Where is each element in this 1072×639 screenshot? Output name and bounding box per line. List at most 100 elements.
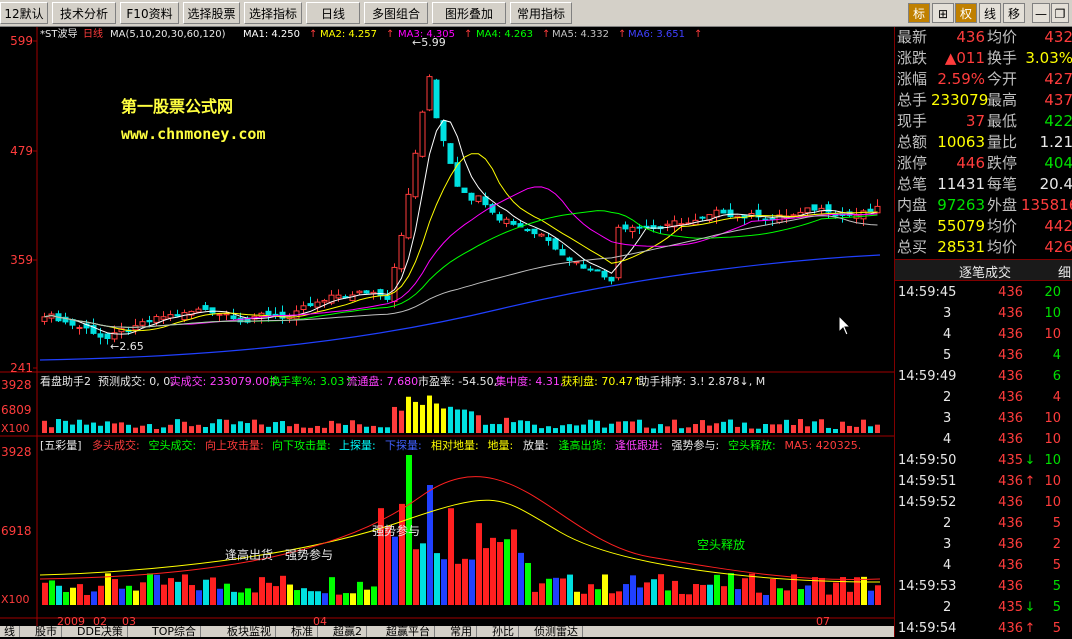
- toolbar-right-button-3[interactable]: 权: [955, 3, 977, 23]
- quote-row: 涨跌 ▲011 换手 3.03%: [895, 48, 1072, 69]
- vol-panel-title: 看盘助手2: [40, 374, 91, 388]
- quote-label: 今开: [987, 70, 1018, 88]
- toolbar-select-indicator-button[interactable]: 选择指标: [244, 2, 302, 24]
- toolbar-right-button-5[interactable]: 移: [1003, 3, 1025, 23]
- tick-row: 4 436 5: [895, 555, 1072, 576]
- ma-arrow-2: ↑: [386, 29, 394, 40]
- tick-time: 14:59:45: [898, 285, 957, 300]
- toolbar-f10-button[interactable]: F10资料: [120, 2, 179, 24]
- five-field-13: 空头释放:: [728, 438, 776, 452]
- tick-price: 436: [998, 327, 1023, 342]
- ticks-header[interactable]: 逐笔成交 细: [895, 259, 1072, 281]
- tick-volume: 10: [1044, 432, 1061, 447]
- price-axis-label: 599: [10, 34, 33, 48]
- bottom-tab[interactable]: 股市: [31, 626, 62, 637]
- mouse-cursor-icon: [838, 314, 852, 336]
- restore-icon[interactable]: ❐: [1051, 3, 1069, 23]
- bottom-tab[interactable]: 孙比: [488, 626, 519, 637]
- ma-arrow-4: ↑: [542, 29, 550, 40]
- quote-value: 135816: [1021, 196, 1072, 214]
- quote-panel: 逐笔成交 细 最新 436 均价 432 涨跌 ▲011 换手 3.03% 涨幅 2…: [894, 27, 1072, 637]
- tick-price: 436: [998, 516, 1023, 531]
- bottom-tab[interactable]: DDE决策: [73, 626, 128, 637]
- vol-field-6: 集中度: 4.31,: [495, 374, 563, 388]
- vol-field-3: 换手率%: 3.03↑,: [269, 374, 357, 388]
- tick-time: 14:59:54: [898, 621, 957, 636]
- tick-volume: 10: [1044, 474, 1061, 489]
- bottom-tab[interactable]: 板块监视: [223, 626, 276, 637]
- tick-price: 436: [998, 285, 1023, 300]
- quote-value: 427: [1044, 70, 1072, 88]
- tick-row: 14:59:49 436 6: [895, 366, 1072, 387]
- ma3-line: [44, 186, 878, 328]
- bottom-tab[interactable]: TOP综合: [148, 626, 202, 637]
- tick-row: 4 436 10: [895, 324, 1072, 345]
- quote-value: 10063: [937, 133, 985, 151]
- quote-label: 最低: [987, 112, 1018, 130]
- bottom-tab-bar: 线股市 DDE决策 TOP综合 板块监视 标准 超赢2 超赢平台 常用 孙比 侦测雷达: [0, 626, 894, 637]
- date-label: 04: [313, 615, 327, 626]
- quote-row: 内盘 97263 外盘 135816: [895, 195, 1072, 216]
- quote-label: 均价: [987, 238, 1018, 256]
- bottom-tab[interactable]: 常用: [446, 626, 477, 637]
- quote-value: 436: [956, 28, 985, 46]
- date-label: 02: [93, 615, 107, 626]
- vol-axis-label: 6809: [1, 403, 32, 417]
- five-field-1: 多头成交:: [92, 438, 140, 452]
- quote-label: 涨停: [897, 154, 928, 172]
- ma-params: MA(5,10,20,30,60,120): [110, 29, 226, 40]
- bottom-tab[interactable]: 标准: [287, 626, 318, 637]
- quote-value: 404: [1044, 154, 1072, 172]
- quote-row: 总手 233079 最高 437: [895, 90, 1072, 111]
- tick-volume: 5: [1052, 579, 1061, 594]
- minimize-icon[interactable]: —: [1032, 3, 1050, 23]
- toolbar-tech-analysis-button[interactable]: 技术分析: [52, 2, 116, 24]
- bottom-tab[interactable]: 侦测雷达: [530, 626, 583, 637]
- volume-bars: [42, 395, 880, 433]
- tick-row: 14:59:52 436 10: [895, 492, 1072, 513]
- toolbar-overlay-button[interactable]: 图形叠加: [432, 2, 506, 24]
- quote-value: 1.21: [1039, 133, 1072, 151]
- toolbar-right-button-1[interactable]: 标: [908, 3, 930, 23]
- quote-row: 现手 37 最低 422: [895, 111, 1072, 132]
- bottom-tab[interactable]: 超赢2: [329, 626, 367, 637]
- bottom-tab[interactable]: 线: [0, 626, 20, 637]
- tick-row: 2 436 5: [895, 513, 1072, 534]
- quote-value: 55079: [937, 217, 985, 235]
- quote-row: 总买 28531 均价 426: [895, 237, 1072, 258]
- tick-row: 14:59:45 436 20: [895, 282, 1072, 303]
- date-label: 07: [816, 615, 830, 626]
- tick-price: 436: [998, 495, 1023, 510]
- tick-volume: 20: [1044, 285, 1061, 300]
- tick-price: 436: [998, 558, 1023, 573]
- quote-value: 2.59%: [937, 70, 985, 88]
- toolbar-common-indicator-button[interactable]: 常用指标: [510, 2, 572, 24]
- quote-row: 涨幅 2.59% 今开 427: [895, 69, 1072, 90]
- toolbar-right-button-2[interactable]: ⊞: [932, 3, 954, 23]
- tick-time: 14:59:53: [898, 579, 957, 594]
- five-color-volume-bars: [42, 455, 881, 605]
- ma-arrow-6: ↑: [694, 29, 702, 40]
- toolbar-select-stock-button[interactable]: 选择股票: [183, 2, 240, 24]
- quote-label: 总卖: [897, 217, 928, 235]
- toolbar-period-daily-button[interactable]: 日线: [306, 2, 360, 24]
- tick-time: 2: [943, 600, 952, 615]
- toolbar-multi-chart-button[interactable]: 多图组合: [364, 2, 428, 24]
- quote-label: 最新: [897, 28, 928, 46]
- vol-axis-label: X100: [1, 422, 30, 435]
- toolbar-right-button-4[interactable]: 线: [979, 3, 1001, 23]
- tick-time: 3: [943, 537, 952, 552]
- tick-volume: 5: [1052, 621, 1061, 636]
- ticks-detail-tab[interactable]: 细: [1058, 262, 1071, 281]
- quote-label: 总买: [897, 238, 928, 256]
- ma-arrow-1: ↑: [309, 29, 317, 40]
- bottom-tab[interactable]: 超赢平台: [382, 626, 435, 637]
- tick-volume: 10: [1044, 306, 1061, 321]
- quote-label: 每笔: [987, 175, 1018, 193]
- quote-label: 总额: [897, 133, 928, 151]
- quote-value: 446: [956, 154, 985, 172]
- tick-time: 14:59:50: [898, 453, 957, 468]
- tick-price: 436: [998, 474, 1023, 489]
- main-kline-chart[interactable]: *ST波导 日线 MA(5,10,20,30,60,120) MA1: 4.250 ↑ M…: [0, 27, 894, 626]
- toolbar-default-button[interactable]: 12默认: [0, 2, 48, 24]
